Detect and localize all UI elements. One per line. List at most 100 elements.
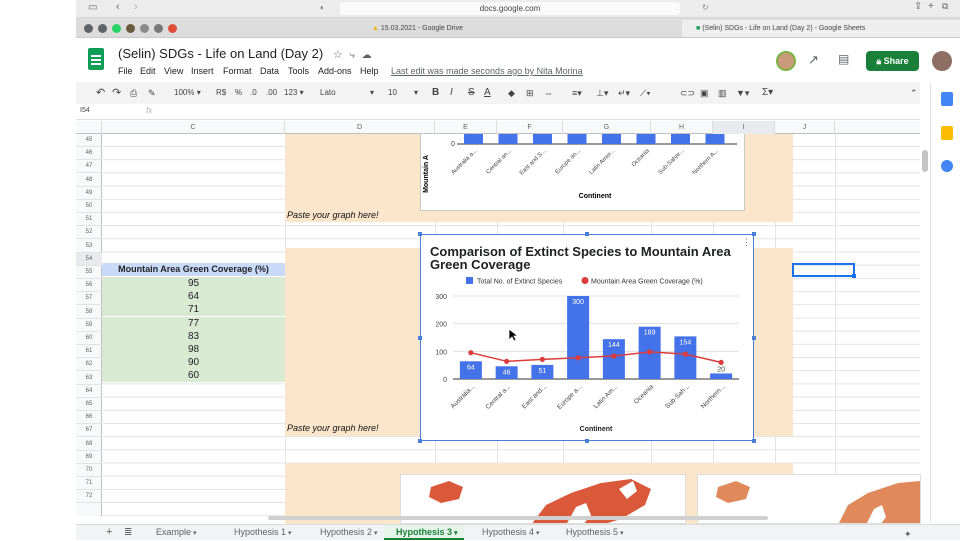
table-cell[interactable]: 71	[102, 303, 285, 317]
bookmark-icon[interactable]	[168, 24, 177, 33]
fill-color-icon[interactable]: ◆	[508, 86, 515, 100]
menu-insert[interactable]: Insert	[191, 66, 214, 76]
chevron-down-icon[interactable]: ▾	[286, 530, 292, 537]
menu-view[interactable]: View	[164, 66, 183, 76]
account-avatar[interactable]	[932, 51, 952, 71]
sheet-tab[interactable]: Hypothesis 1 ▾	[222, 525, 302, 540]
align-vertical-icon[interactable]: ⊥▾	[596, 86, 608, 100]
row-header-68[interactable]: 68	[76, 438, 102, 451]
table-cell[interactable]: 83	[102, 329, 285, 343]
resize-handle[interactable]	[418, 439, 422, 443]
menu-addons[interactable]: Add-ons	[318, 66, 352, 76]
sidebar-toggle-icon[interactable]: ▭	[88, 2, 97, 13]
table-cell[interactable]: 98	[102, 343, 285, 356]
chevron-down-icon[interactable]: ▾	[618, 530, 624, 537]
address-bar[interactable]: docs.google.com	[340, 2, 680, 15]
tasks-icon[interactable]	[941, 160, 953, 172]
move-icon[interactable]: ⤷	[349, 50, 355, 61]
font-select[interactable]: Lato ▾	[320, 86, 376, 100]
italic-button[interactable]: I	[450, 86, 453, 100]
collapse-toolbar-icon[interactable]: ⌃	[910, 86, 918, 100]
document-title[interactable]: (Selin) SDGs - Life on Land (Day 2) ☆ ⤷ …	[118, 46, 372, 61]
share-button[interactable]: 🔒︎ Share	[866, 51, 919, 71]
table-cell[interactable]: 90	[102, 356, 285, 370]
currency-button[interactable]: R$	[216, 86, 226, 100]
row-header-57[interactable]: 57	[76, 292, 102, 306]
sheet-tab[interactable]: Hypothesis 4 ▾	[470, 525, 550, 540]
borders-icon[interactable]: ⊞	[526, 86, 534, 100]
row-header-53[interactable]: 53	[76, 240, 102, 253]
sheet-tab[interactable]: Hypothesis 5 ▾	[554, 525, 634, 540]
row-header-46[interactable]: 46	[76, 147, 102, 161]
new-tab-icon[interactable]: +	[928, 1, 934, 12]
strikethrough-button[interactable]: S	[468, 86, 475, 100]
decrease-decimal-button[interactable]: .0	[250, 86, 257, 100]
menu-file[interactable]: File	[118, 66, 133, 76]
functions-icon[interactable]: Σ▾	[762, 86, 773, 100]
row-header-50[interactable]: 50	[76, 200, 102, 213]
menu-help[interactable]: Help	[360, 66, 379, 76]
resize-handle[interactable]	[752, 232, 756, 236]
add-sheet-icon[interactable]: +	[106, 526, 112, 538]
browser-tab-sheets[interactable]: ■ (Selin) SDGs - Life on Land (Day 2) - …	[682, 20, 960, 37]
row-header-64[interactable]: 64	[76, 385, 102, 398]
vertical-scrollbar-thumb[interactable]	[922, 150, 928, 172]
back-icon[interactable]: ‹	[116, 1, 120, 13]
insert-comment-icon[interactable]: ▣	[700, 86, 709, 100]
insert-link-icon[interactable]: ⊂⊃	[680, 86, 695, 100]
align-horizontal-icon[interactable]: ≡▾	[572, 86, 582, 100]
resize-handle[interactable]	[418, 335, 422, 340]
all-sheets-icon[interactable]: ≣	[124, 527, 132, 538]
row-header-56[interactable]: 56	[76, 279, 102, 293]
table-header[interactable]: Mountain Area Green Coverage (%)	[102, 263, 285, 276]
merge-cells-icon[interactable]: ⇔	[544, 86, 553, 100]
select-all-corner[interactable]	[76, 121, 102, 134]
chevron-down-icon[interactable]: ▾	[452, 530, 458, 537]
row-header-60[interactable]: 60	[76, 332, 102, 345]
table-cell[interactable]: 77	[102, 316, 285, 330]
column-header-i[interactable]: I	[713, 121, 775, 134]
row-header-62[interactable]: 62	[76, 358, 102, 372]
privacy-icon[interactable]: ◐	[320, 3, 325, 12]
row-header-58[interactable]: 58	[76, 306, 102, 319]
format-select[interactable]: 123 ▾	[284, 86, 304, 100]
table-cell[interactable]: 64	[102, 290, 285, 304]
chevron-down-icon[interactable]: ▾	[372, 530, 378, 537]
share-page-icon[interactable]: ⇪	[914, 1, 922, 12]
comments-icon[interactable]: ▤	[838, 52, 849, 66]
last-edit-link[interactable]: Last edit was made seconds ago by Nita M…	[391, 66, 583, 76]
forward-icon[interactable]: ›	[134, 1, 138, 13]
chart-main[interactable]: Comparison of Extinct Species to Mountai…	[418, 232, 756, 443]
bookmark-icon[interactable]	[154, 24, 163, 33]
percent-button[interactable]: %	[235, 86, 242, 100]
table-cell[interactable]: 60	[102, 369, 285, 383]
sheet-tab[interactable]: Example ▾	[144, 525, 214, 540]
row-header-54[interactable]: 54	[76, 252, 102, 266]
row-header-51[interactable]: 51	[76, 213, 102, 227]
selected-cell[interactable]	[792, 263, 855, 277]
column-header-g[interactable]: G	[563, 121, 651, 134]
star-icon[interactable]: ☆	[333, 49, 343, 61]
row-header-47[interactable]: 47	[76, 160, 102, 174]
column-header-h[interactable]: H	[651, 121, 713, 134]
activity-dashboard-icon[interactable]: ↗	[808, 52, 819, 68]
column-header-c[interactable]: C	[102, 121, 285, 134]
sheets-logo-icon[interactable]	[88, 48, 104, 70]
paint-format-icon[interactable]: ✎	[148, 86, 156, 100]
insert-chart-icon[interactable]: ▥	[718, 86, 727, 100]
row-header-48[interactable]: 48	[76, 174, 102, 187]
sheet-tab[interactable]: Hypothesis 2 ▾	[308, 525, 388, 540]
row-header-71[interactable]: 71	[76, 477, 102, 491]
resize-handle[interactable]	[585, 232, 589, 236]
increase-decimal-button[interactable]: .00	[266, 86, 277, 100]
bold-button[interactable]: B	[432, 86, 439, 100]
row-header-52[interactable]: 52	[76, 226, 102, 240]
cloud-status-icon[interactable]: ☁	[362, 50, 372, 61]
bookmark-icon[interactable]	[98, 24, 107, 33]
print-icon[interactable]: ⎙	[130, 86, 137, 100]
keep-icon[interactable]	[941, 126, 953, 140]
row-header-55[interactable]: 55	[76, 266, 102, 279]
row-header-70[interactable]: 70	[76, 464, 102, 477]
row-header-72[interactable]: 72	[76, 490, 102, 504]
menu-data[interactable]: Data	[260, 66, 279, 76]
